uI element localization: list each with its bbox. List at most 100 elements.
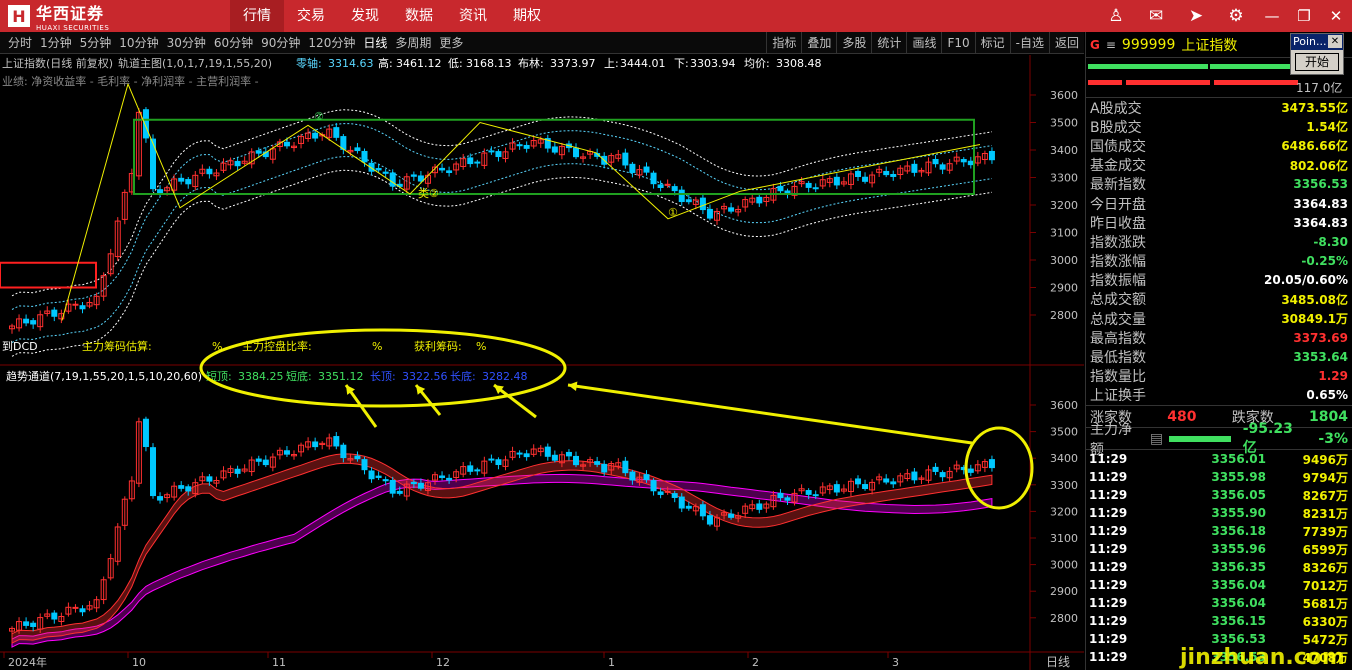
tool-button[interactable]: 多股 [836, 32, 871, 54]
lower-axis-label: 3600 [1050, 399, 1078, 412]
lower-candle [967, 468, 974, 473]
long-bottom-value: 3282.48 [482, 370, 528, 383]
upper-candle [157, 189, 164, 194]
period-tab[interactable]: 10分钟 [115, 32, 162, 54]
tick-volume: 8326万 [1302, 560, 1348, 575]
upper-candle [573, 147, 579, 158]
breadth-bar-red [1088, 80, 1122, 85]
stat-label: 最新指数 [1090, 177, 1146, 194]
upper-candle [389, 172, 396, 187]
stat-label: 基金成交 [1090, 158, 1146, 175]
breadth-bar-red-3 [1214, 80, 1298, 85]
period-tab[interactable]: 多周期 [391, 32, 435, 54]
up-label: 上: [604, 57, 619, 70]
tool-button[interactable]: F10 [941, 32, 974, 54]
lower-candle [699, 504, 706, 517]
upper-candle [474, 161, 481, 164]
tick-time: 11:29 [1089, 614, 1128, 628]
tick-row: 11:29 3356.01 9496万 [1086, 450, 1352, 468]
lower-candle [488, 458, 495, 461]
nav-data[interactable]: 数据 [392, 0, 446, 32]
lower-candle [939, 472, 946, 478]
period-tab[interactable]: 日线 [359, 32, 391, 54]
close-icon[interactable]: ✕ [1325, 7, 1347, 25]
lower-candle [262, 459, 269, 466]
stat-row: 最新指数 3356.53 [1086, 175, 1352, 194]
tool-button[interactable]: 标记 [974, 32, 1010, 54]
upper-candle [862, 176, 869, 182]
upper-axis-label: 3500 [1050, 117, 1078, 130]
minimize-icon[interactable]: — [1261, 7, 1283, 25]
stat-value: -0.25% [1301, 254, 1348, 269]
tool-button[interactable]: 叠加 [801, 32, 836, 54]
nav-trade[interactable]: 交易 [284, 0, 338, 32]
period-tab[interactable]: 更多 [435, 32, 467, 54]
period-tab[interactable]: 120分钟 [304, 32, 359, 54]
period-tab[interactable]: 60分钟 [210, 32, 257, 54]
stat-value: 1.29 [1318, 369, 1348, 384]
period-tab[interactable]: 5分钟 [76, 32, 116, 54]
period-toolbar: 分时 1分钟 5分钟 10分钟 30分钟 60分钟 90分钟 120分钟 日线 多周期 更多 指标叠… [0, 32, 1084, 54]
stat-value: 3364.83 [1293, 215, 1348, 230]
restore-icon[interactable]: ❐ [1293, 7, 1315, 25]
tool-button[interactable]: -自选 [1009, 32, 1049, 54]
logo-icon: H [8, 5, 30, 27]
lower-candle [234, 468, 241, 474]
nav-news[interactable]: 资讯 [446, 0, 500, 32]
upper-candle [255, 150, 262, 154]
tick-row: 11:29 3356.15 6330万 [1086, 612, 1352, 630]
nav-quotes[interactable]: 行情 [230, 0, 284, 32]
upper-candle [417, 175, 424, 182]
tick-row: 11:29 3356.04 5681万 [1086, 594, 1352, 612]
upper-candle [495, 151, 502, 158]
popup-close-icon[interactable]: ✕ [1328, 35, 1342, 48]
menu-icon[interactable]: ≡ [1106, 38, 1116, 52]
tick-price: 3356.35 [1211, 560, 1266, 574]
lower-candle [354, 455, 361, 460]
stat-label: 指数量比 [1090, 369, 1146, 386]
arrow-circle-icon[interactable]: ➤ [1184, 4, 1208, 28]
message-icon[interactable]: ✉ [1144, 4, 1168, 28]
stat-row: 最低指数 3353.64 [1086, 347, 1352, 366]
nav-discover[interactable]: 发现 [338, 0, 392, 32]
up-value: 3444.01 [620, 57, 666, 70]
stat-label: 指数振幅 [1090, 273, 1146, 290]
up-count: 480 [1167, 408, 1197, 425]
month-label: 12 [436, 656, 450, 669]
stat-value: 3356.53 [1293, 177, 1348, 192]
table-icon[interactable]: ▤ [1150, 431, 1163, 447]
stat-row: B股成交 1.54亿 [1086, 117, 1352, 136]
gear-icon[interactable]: ⚙ [1224, 4, 1248, 28]
month-label: 2024年 [8, 655, 47, 669]
tool-button[interactable]: 画线 [906, 32, 941, 54]
period-tab[interactable]: 分时 [4, 32, 36, 54]
lower-candle [79, 608, 86, 613]
nav-options[interactable]: 期权 [500, 0, 554, 32]
zero-axis-label: 零轴: [296, 56, 322, 70]
upper-candle [664, 183, 671, 186]
upper-candle [551, 146, 558, 153]
period-tab[interactable]: 90分钟 [257, 32, 304, 54]
long-bottom-label: 长底: [450, 369, 476, 383]
tick-volume: 8267万 [1302, 488, 1348, 503]
lower-candle [544, 446, 551, 457]
tool-button[interactable]: 返回 [1048, 32, 1084, 54]
month-label: 2 [752, 656, 759, 669]
lower-axis-label: 3100 [1050, 532, 1078, 545]
stat-label: 最高指数 [1090, 330, 1146, 347]
period-tab[interactable]: 30分钟 [163, 32, 210, 54]
tool-button[interactable]: 统计 [871, 32, 906, 54]
tick-volume: 6599万 [1302, 542, 1348, 557]
stat-value: 3485.08亿 [1281, 292, 1348, 307]
popup-start-button[interactable]: 开始 [1295, 53, 1339, 71]
stat-value: 6486.66亿 [1281, 139, 1348, 154]
upper-candle [488, 150, 495, 153]
shirt-icon[interactable]: ♙ [1104, 4, 1128, 28]
tick-time: 11:29 [1089, 488, 1128, 502]
kline-chart[interactable]: 3600 3500 3400 3300 3200 3100 3000 2900 2800 3600… [0, 55, 1084, 670]
tool-button[interactable]: 指标 [766, 32, 801, 54]
tick-price: 3356.53 [1211, 632, 1266, 646]
period-tab[interactable]: 1分钟 [36, 32, 76, 54]
annotation-ellipse [199, 328, 567, 408]
lower-candle [51, 612, 58, 620]
